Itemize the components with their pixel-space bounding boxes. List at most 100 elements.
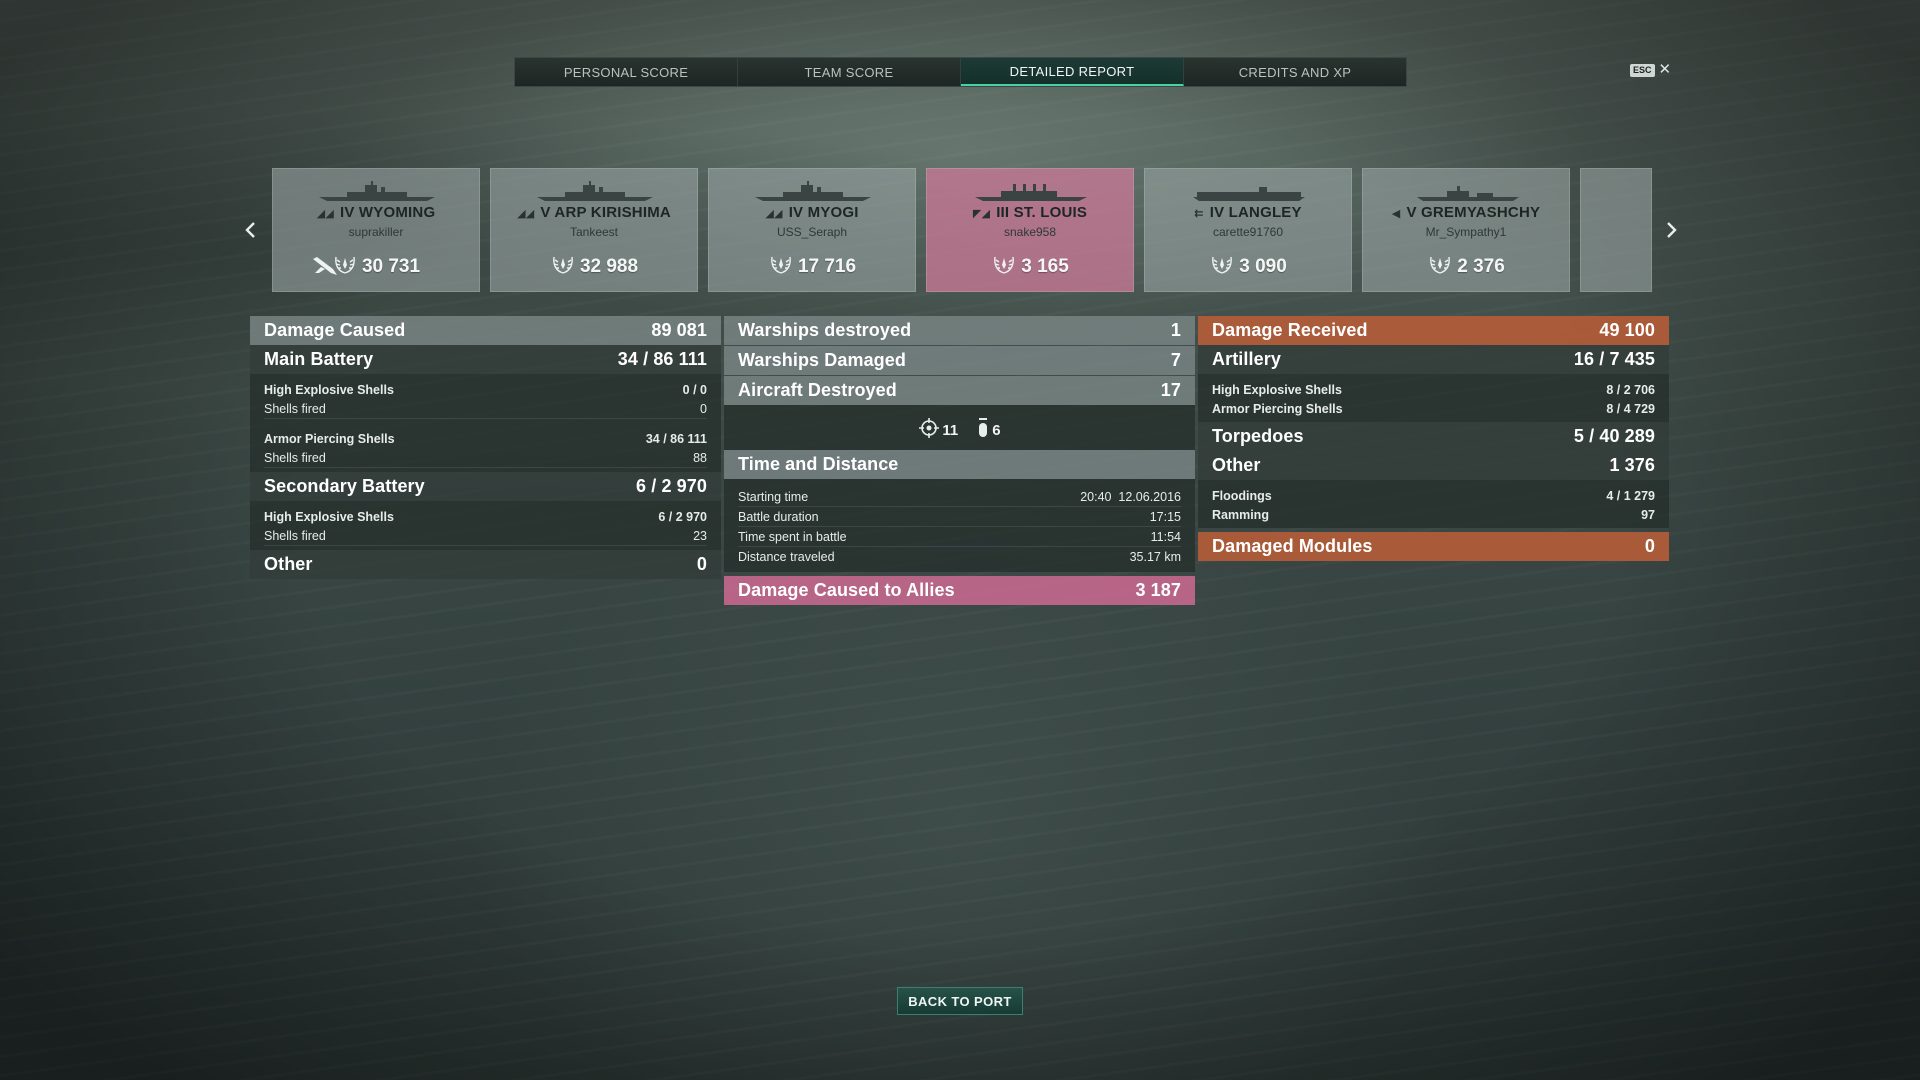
ship-score: 17 716 [709, 253, 915, 278]
carousel-next-arrow[interactable] [1662, 215, 1682, 245]
time-in-battle-value: 11:54 [1150, 529, 1181, 544]
battle-duration-row: Battle duration 17:15 [738, 507, 1181, 527]
ship-silhouette-icon [1625, 181, 1652, 203]
sb-he-fired-value: 23 [693, 528, 707, 543]
other-received-details: Floodings 4 / 1 279 Ramming 97 [1198, 480, 1669, 528]
back-to-port-button[interactable]: BACK TO PORT [897, 987, 1023, 1015]
ship-card-partial[interactable] [1580, 168, 1652, 292]
tab-detailed-report[interactable]: DETAILED REPORT [961, 58, 1184, 86]
ship-score: 32 988 [491, 253, 697, 278]
sb-he-fired-row: Shells fired 23 [264, 526, 707, 546]
carousel-prev-arrow[interactable] [240, 215, 260, 245]
mb-he-row: High Explosive Shells 0 / 0 [264, 380, 707, 399]
starting-time-row: Starting time 20:40 12.06.2016 [738, 487, 1181, 507]
ship-silhouette-icon [1193, 187, 1305, 201]
starting-time-value: 20:40 12.06.2016 [1080, 489, 1181, 504]
ship-card[interactable]: ◢◢ IV MYOGI USS_Seraph 17 716 [708, 168, 916, 292]
damage-caused-panel: Damage Caused 89 081 Main Battery 34 / 8… [250, 316, 721, 579]
combat-stats-panel: Warships destroyed 1 Warships Damaged 7 … [724, 316, 1195, 605]
player-name: Mr_Sympathy1 [1425, 225, 1507, 239]
close-button[interactable]: ESC ✕ [1630, 62, 1671, 77]
art-he-value: 8 / 2 706 [1606, 382, 1655, 397]
damaged-modules-row: Damaged Modules 0 [1198, 532, 1669, 561]
artillery-row: Artillery 16 / 7 435 [1198, 345, 1669, 374]
ship-silhouette-icon [537, 181, 653, 201]
ship-score: 2 376 [1363, 253, 1569, 278]
main-battery-row: Main Battery 34 / 86 111 [250, 345, 721, 374]
sb-he-label: High Explosive Shells [264, 509, 394, 524]
ship-name: ◀ V GREMYASHCHY [1391, 204, 1541, 221]
secondary-battery-row: Secondary Battery 6 / 2 970 [250, 472, 721, 501]
laurel-icon [771, 256, 791, 274]
other-received-value: 1 376 [1609, 455, 1655, 475]
artillery-details: High Explosive Shells 8 / 2 706 Armor Pi… [1198, 374, 1669, 422]
tab-team-score[interactable]: TEAM SCORE [738, 58, 961, 86]
aircraft-icon [313, 257, 337, 275]
other-received-row: Other 1 376 [1198, 451, 1669, 480]
sb-he-row: High Explosive Shells 6 / 2 970 [264, 507, 707, 526]
bomb-icon [979, 417, 988, 437]
ship-card[interactable]: ◢◢ V ARP KIRISHIMA Tankeest 32 988 [490, 168, 698, 292]
mb-he-fired-label: Shells fired [264, 401, 326, 416]
ship-card[interactable]: ⇇ IV LANGLEY carette91760 3 090 [1144, 168, 1352, 292]
distance-row: Distance traveled 35.17 km [738, 547, 1181, 566]
laurel-icon [994, 256, 1015, 274]
ship-name: ◢◢ V ARP KIRISHIMA [517, 204, 671, 221]
secondary-battery-label: Secondary Battery [264, 476, 425, 496]
art-ap-label: Armor Piercing Shells [1212, 401, 1343, 416]
damage-caused-row: Damage Caused 89 081 [250, 316, 721, 345]
ship-score: 30 731 [273, 253, 479, 278]
time-in-battle-label: Time spent in battle [738, 529, 847, 544]
ship-card[interactable]: ◀ V GREMYASHCHY Mr_Sympathy1 2 376 [1362, 168, 1570, 292]
mb-ap-value: 34 / 86 111 [645, 431, 707, 446]
fighters-count: 11 [942, 421, 959, 439]
torpedoes-row: Torpedoes 5 / 40 289 [1198, 422, 1669, 451]
damaged-modules-label: Damaged Modules [1212, 536, 1373, 556]
aircraft-destroyed-row: Aircraft Destroyed 17 [724, 376, 1195, 405]
bombers-count: 6 [992, 421, 1001, 439]
damage-received-panel: Damage Received 49 100 Artillery 16 / 7 … [1198, 316, 1669, 561]
player-name: suprakiller [348, 225, 404, 239]
art-he-label: High Explosive Shells [1212, 382, 1342, 397]
ramming-row: Ramming 97 [1212, 505, 1655, 524]
report-tabs: PERSONAL SCORE TEAM SCORE DETAILED REPOR… [514, 57, 1407, 87]
time-in-battle-row: Time spent in battle 11:54 [738, 527, 1181, 547]
ship-card[interactable]: ◤◢ III ST. LOUIS snake958 3 165 [926, 168, 1134, 292]
ship-silhouette-icon [1417, 186, 1519, 201]
warships-destroyed-label: Warships destroyed [738, 320, 912, 340]
mb-he-label: High Explosive Shells [264, 382, 394, 397]
damage-caused-label: Damage Caused [264, 320, 406, 340]
damage-caused-value: 89 081 [651, 320, 707, 340]
ship-carousel: ◢◢ IV WYOMING suprakiller 30 731 ◢◢ V ARP KIR… [272, 168, 1652, 292]
damage-received-row: Damage Received 49 100 [1198, 316, 1669, 345]
ship-name: ◢◢ IV WYOMING [316, 204, 436, 221]
player-name: carette91760 [1212, 225, 1284, 239]
ship-card[interactable]: ◢◢ IV WYOMING suprakiller 30 731 [272, 168, 480, 292]
laurel-icon [1430, 256, 1451, 274]
tab-personal-score[interactable]: PERSONAL SCORE [515, 58, 738, 86]
damage-allies-value: 3 187 [1135, 580, 1181, 600]
artillery-label: Artillery [1212, 349, 1281, 369]
aircraft-breakdown: 11 6 [724, 405, 1195, 450]
floodings-value: 4 / 1 279 [1606, 488, 1655, 503]
mb-ap-label: Armor Piercing Shells [264, 431, 395, 446]
tab-credits-and-xp[interactable]: CREDITS AND XP [1184, 58, 1406, 86]
warships-damaged-row: Warships Damaged 7 [724, 346, 1195, 375]
ship-class-icon: ◢◢ [316, 208, 334, 220]
floodings-label: Floodings [1212, 488, 1272, 503]
ship-name: ◤◢ III ST. LOUIS [972, 204, 1088, 221]
secondary-battery-value: 6 / 2 970 [636, 476, 707, 496]
ship-silhouette-icon [319, 181, 435, 201]
ramming-value: 97 [1641, 507, 1655, 522]
ship-class-icon: ◤◢ [972, 208, 991, 220]
ship-silhouette-icon [975, 184, 1087, 201]
ship-name: ⇇ IV LANGLEY [1194, 204, 1302, 221]
torpedoes-value: 5 / 40 289 [1573, 426, 1655, 446]
art-ap-row: Armor Piercing Shells 8 / 4 729 [1212, 399, 1655, 418]
chevron-right-icon [1667, 222, 1677, 238]
damage-allies-label: Damage Caused to Allies [738, 580, 955, 600]
ship-class-icon: ◢◢ [765, 208, 783, 220]
mb-ap-fired-label: Shells fired [264, 450, 326, 465]
damage-allies-row: Damage Caused to Allies 3 187 [724, 576, 1195, 605]
time-distance-details: Starting time 20:40 12.06.2016 Battle du… [724, 479, 1195, 572]
